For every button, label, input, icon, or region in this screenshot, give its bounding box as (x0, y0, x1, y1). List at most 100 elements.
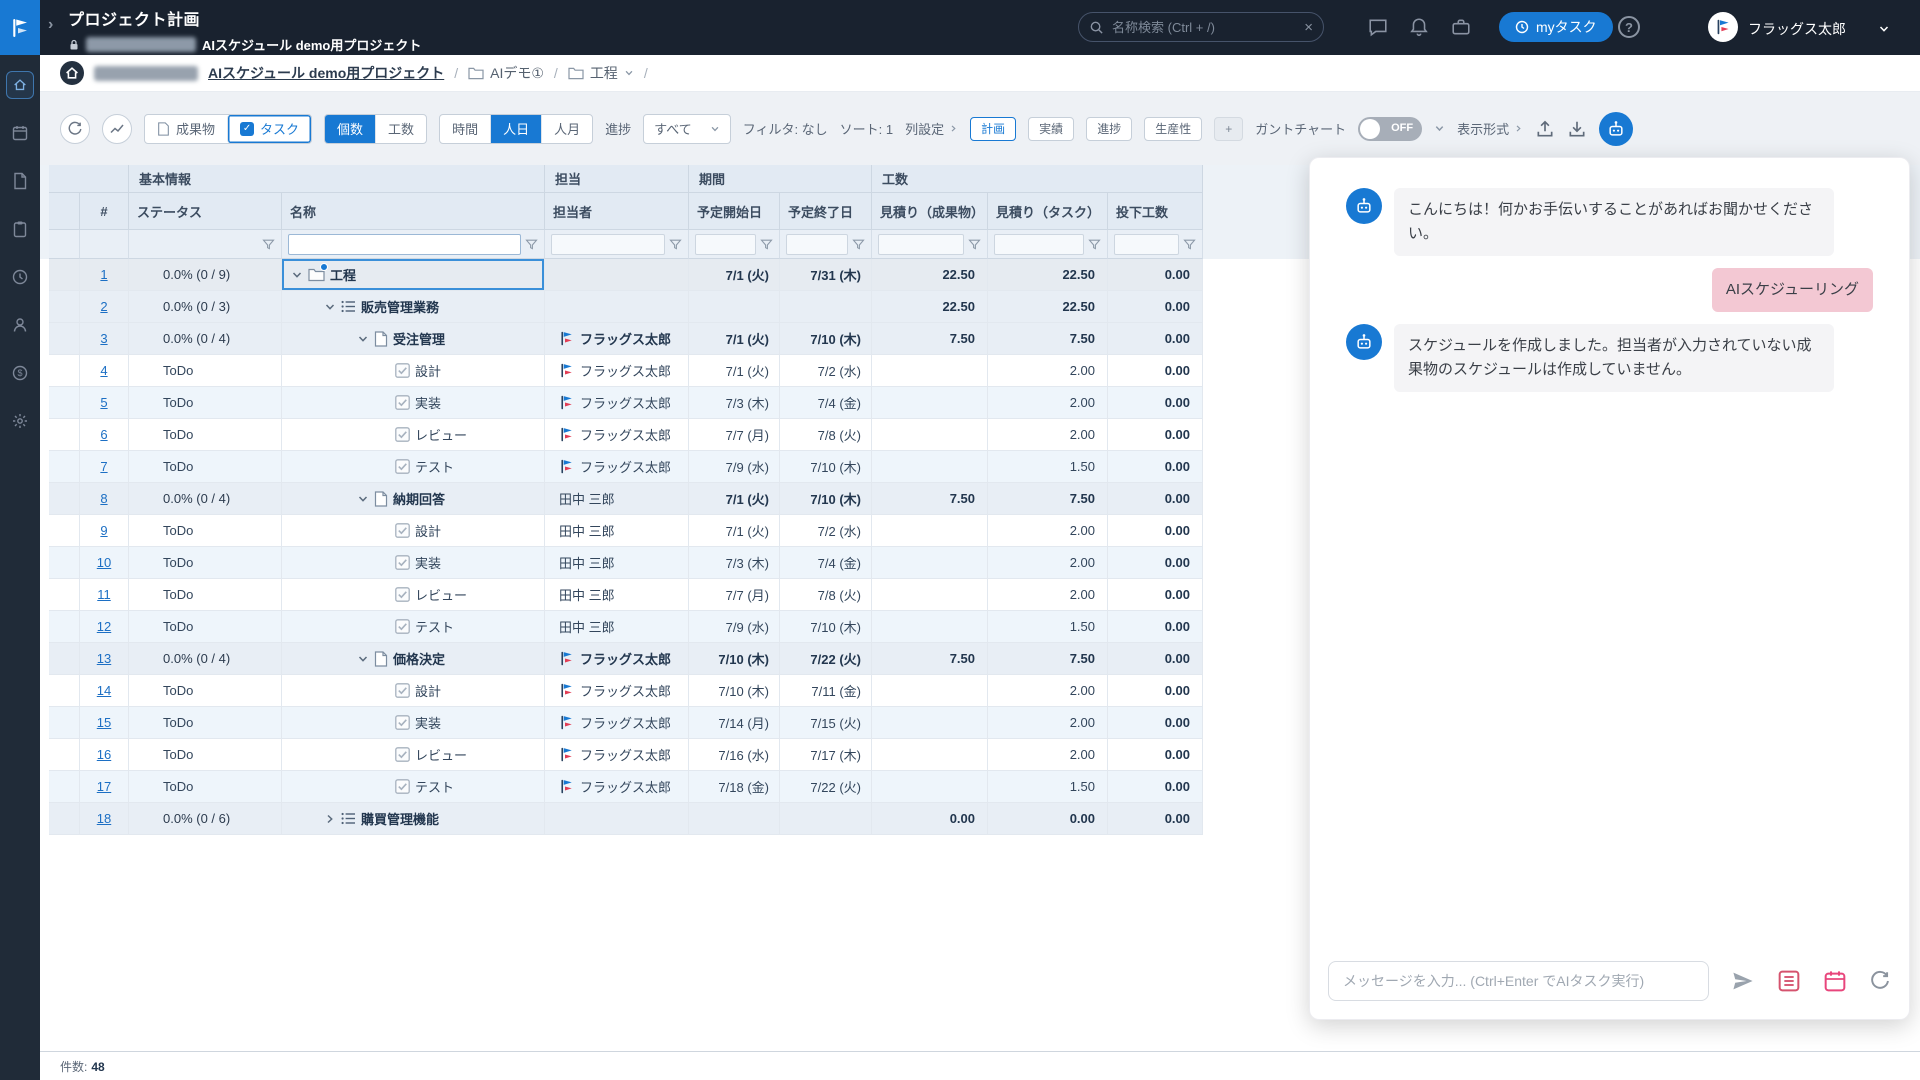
hours-button[interactable]: 時間 (440, 115, 490, 143)
estimate-task-filter-input[interactable] (994, 234, 1084, 255)
add-chip-button[interactable]: + (1214, 117, 1243, 141)
actual-chip[interactable]: 実績 (1028, 117, 1074, 141)
search-input[interactable] (1112, 20, 1296, 35)
row-number-link[interactable]: 9 (100, 523, 107, 538)
name-cell[interactable]: 受注管理 (282, 323, 545, 354)
my-task-button[interactable]: myタスク (1499, 12, 1613, 42)
bell-icon[interactable] (1409, 17, 1429, 37)
filter-icon[interactable] (760, 238, 773, 251)
collapse-chevron-icon[interactable] (357, 653, 369, 665)
name-cell[interactable]: 設計 (282, 515, 545, 546)
col-status[interactable]: ステータス (129, 193, 282, 230)
chat-message-input[interactable] (1328, 961, 1709, 1001)
row-number-link[interactable]: 18 (97, 811, 111, 826)
col-number[interactable]: # (80, 193, 129, 230)
row-number-link[interactable]: 12 (97, 619, 111, 634)
breadcrumb-current[interactable]: 工程 (568, 63, 634, 83)
table-row[interactable]: 17ToDoテストフラッグス太郎7/18 (金)7/22 (火)1.500.00 (49, 771, 1203, 803)
name-cell[interactable]: 設計 (282, 675, 545, 706)
invested-filter-input[interactable] (1114, 234, 1179, 255)
row-number-link[interactable]: 7 (100, 459, 107, 474)
end-filter-input[interactable] (786, 234, 848, 255)
name-cell[interactable]: テスト (282, 611, 545, 642)
col-invested[interactable]: 投下工数 (1108, 193, 1203, 230)
table-row[interactable]: 80.0% (0 / 4)納期回答田中 三郎7/1 (火)7/10 (木)7.5… (49, 483, 1203, 515)
filter-icon[interactable] (669, 238, 682, 251)
table-row[interactable]: 7ToDoテストフラッグス太郎7/9 (水)7/10 (木)1.500.00 (49, 451, 1203, 483)
name-cell[interactable]: レビュー (282, 419, 545, 450)
row-number-link[interactable]: 6 (100, 427, 107, 442)
table-row[interactable]: 5ToDo実装フラッグス太郎7/3 (木)7/4 (金)2.000.00 (49, 387, 1203, 419)
filter-icon[interactable] (525, 238, 538, 251)
collapse-chevron-icon[interactable] (324, 301, 336, 313)
task-toggle[interactable]: ✓ タスク (227, 115, 311, 143)
name-cell[interactable]: テスト (282, 451, 545, 482)
name-cell[interactable]: 実装 (282, 547, 545, 578)
filter-icon[interactable] (852, 238, 865, 251)
gantt-toggle[interactable]: OFF (1358, 117, 1422, 141)
row-number-link[interactable]: 3 (100, 331, 107, 346)
table-row[interactable]: 10.0% (0 / 9)工程7/1 (火)7/31 (木)22.5022.50… (49, 259, 1203, 291)
filter-icon[interactable] (968, 238, 981, 251)
name-cell[interactable]: 実装 (282, 387, 545, 418)
name-cell[interactable]: 購買管理機能 (282, 803, 545, 834)
col-assignee[interactable]: 担当者 (545, 193, 689, 230)
row-number-link[interactable]: 4 (100, 363, 107, 378)
assignee-filter-input[interactable] (551, 234, 665, 255)
col-end[interactable]: 予定終了日 (780, 193, 872, 230)
table-row[interactable]: 16ToDoレビューフラッグス太郎7/16 (水)7/17 (木)2.000.0… (49, 739, 1203, 771)
refresh-button[interactable] (60, 114, 90, 144)
row-number-link[interactable]: 11 (97, 587, 111, 602)
sidebar-item-finance[interactable]: $ (6, 359, 34, 387)
row-number-link[interactable]: 5 (100, 395, 107, 410)
ai-assistant-button[interactable] (1599, 112, 1633, 146)
name-cell[interactable]: 納期回答 (282, 483, 545, 514)
name-cell[interactable]: レビュー (282, 739, 545, 770)
row-number-link[interactable]: 15 (97, 715, 111, 730)
start-filter-input[interactable] (695, 234, 756, 255)
expand-chevron-icon[interactable] (324, 813, 336, 825)
export-icon[interactable] (1567, 119, 1587, 139)
table-row[interactable]: 15ToDo実装フラッグス太郎7/14 (月)7/15 (火)2.000.00 (49, 707, 1203, 739)
table-row[interactable]: 130.0% (0 / 4)価格決定フラッグス太郎7/10 (木)7/22 (火… (49, 643, 1203, 675)
name-cell[interactable]: レビュー (282, 579, 545, 610)
col-estimate-deliverable[interactable]: 見積り（成果物） (872, 193, 988, 230)
row-number-link[interactable]: 8 (100, 491, 107, 506)
row-number-link[interactable]: 17 (97, 779, 111, 794)
sidebar-item-clipboard[interactable] (6, 215, 34, 243)
name-cell[interactable]: 設計 (282, 355, 545, 386)
send-icon[interactable] (1731, 969, 1755, 993)
reset-conversation-icon[interactable] (1869, 970, 1891, 992)
productivity-chip[interactable]: 生産性 (1144, 117, 1202, 141)
filter-icon[interactable] (1183, 238, 1196, 251)
user-name[interactable]: フラッグス太郎 (1748, 19, 1846, 39)
app-logo[interactable] (0, 0, 40, 55)
table-row[interactable]: 6ToDoレビューフラッグス太郎7/7 (月)7/8 (火)2.000.00 (49, 419, 1203, 451)
collapse-chevron-icon[interactable] (357, 333, 369, 345)
trend-chart-button[interactable] (102, 114, 132, 144)
home-icon[interactable] (60, 61, 84, 85)
sidebar-item-document[interactable] (6, 167, 34, 195)
table-row[interactable]: 4ToDo設計フラッグス太郎7/1 (火)7/2 (水)2.000.00 (49, 355, 1203, 387)
table-row[interactable]: 9ToDo設計田中 三郎7/1 (火)7/2 (水)2.000.00 (49, 515, 1203, 547)
chevron-down-icon[interactable] (1878, 23, 1890, 35)
sidebar-item-calendar[interactable] (6, 119, 34, 147)
sidebar-item-members[interactable] (6, 311, 34, 339)
name-cell[interactable]: 実装 (282, 707, 545, 738)
help-icon[interactable]: ? (1618, 16, 1640, 38)
briefcase-icon[interactable] (1451, 17, 1471, 37)
sort-status-label[interactable]: ソート: 1 (840, 119, 893, 138)
manday-button[interactable]: 人日 (490, 115, 541, 143)
count-mode-button[interactable]: 個数 (325, 115, 375, 143)
chat-bubble-icon[interactable] (1368, 17, 1388, 37)
row-number-link[interactable]: 16 (97, 747, 111, 762)
table-row[interactable]: 14ToDo設計フラッグス太郎7/10 (木)7/11 (金)2.000.00 (49, 675, 1203, 707)
breadcrumb-folder[interactable]: AIデモ① (468, 63, 544, 83)
filter-status-label[interactable]: フィルタ: なし (743, 119, 828, 138)
row-number-link[interactable]: 14 (97, 683, 111, 698)
collapse-chevron-icon[interactable] (357, 493, 369, 505)
table-row[interactable]: 11ToDoレビュー田中 三郎7/7 (月)7/8 (火)2.000.00 (49, 579, 1203, 611)
estimate-deliverable-filter-input[interactable] (878, 234, 964, 255)
name-cell[interactable]: テスト (282, 771, 545, 802)
row-number-link[interactable]: 2 (100, 299, 107, 314)
